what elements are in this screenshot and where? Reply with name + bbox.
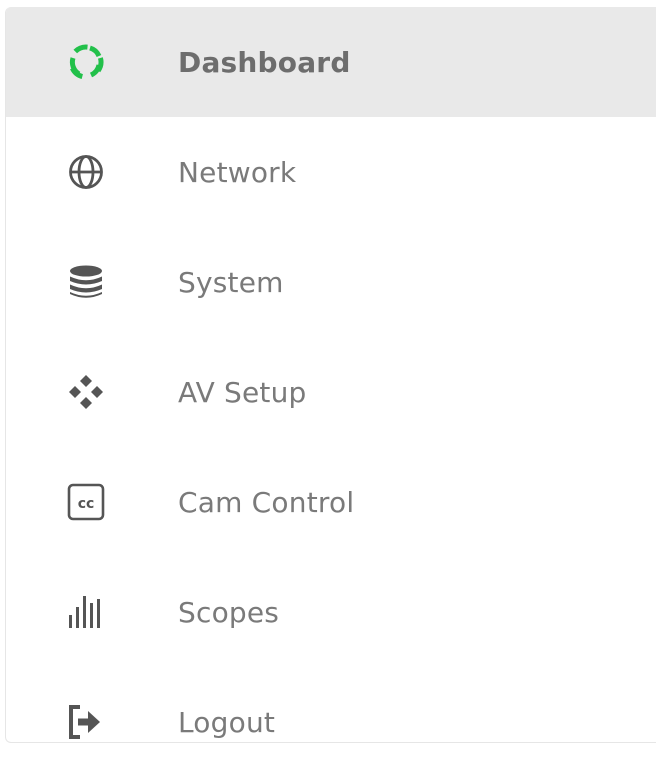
sidebar-item-label: Scopes bbox=[178, 595, 280, 629]
sidebar-item-system[interactable]: System bbox=[6, 227, 656, 337]
sidebar-item-label: Logout bbox=[178, 705, 276, 739]
database-icon bbox=[67, 263, 105, 301]
sidebar-nav: Dashboard Network System AV Setup cc Cam… bbox=[5, 7, 656, 743]
sidebar-item-logout[interactable]: Logout bbox=[6, 667, 656, 742]
sidebar-item-label: System bbox=[178, 265, 284, 299]
diamond-cluster-icon bbox=[67, 373, 105, 411]
globe-icon bbox=[67, 153, 105, 191]
sidebar-item-scopes[interactable]: Scopes bbox=[6, 557, 656, 667]
sidebar-item-cam-control[interactable]: cc Cam Control bbox=[6, 447, 656, 557]
audio-bars-icon bbox=[67, 593, 105, 631]
sidebar-item-label: AV Setup bbox=[178, 375, 307, 409]
sidebar-item-label: Cam Control bbox=[178, 485, 355, 519]
closed-caption-icon: cc bbox=[67, 483, 105, 521]
svg-text:cc: cc bbox=[78, 496, 95, 512]
dashboard-ring-icon bbox=[67, 43, 105, 81]
logout-icon bbox=[67, 703, 105, 741]
sidebar-item-dashboard[interactable]: Dashboard bbox=[6, 7, 656, 117]
sidebar-item-label: Network bbox=[178, 155, 297, 189]
sidebar-item-network[interactable]: Network bbox=[6, 117, 656, 227]
sidebar-item-av-setup[interactable]: AV Setup bbox=[6, 337, 656, 447]
sidebar-item-label: Dashboard bbox=[178, 45, 351, 79]
